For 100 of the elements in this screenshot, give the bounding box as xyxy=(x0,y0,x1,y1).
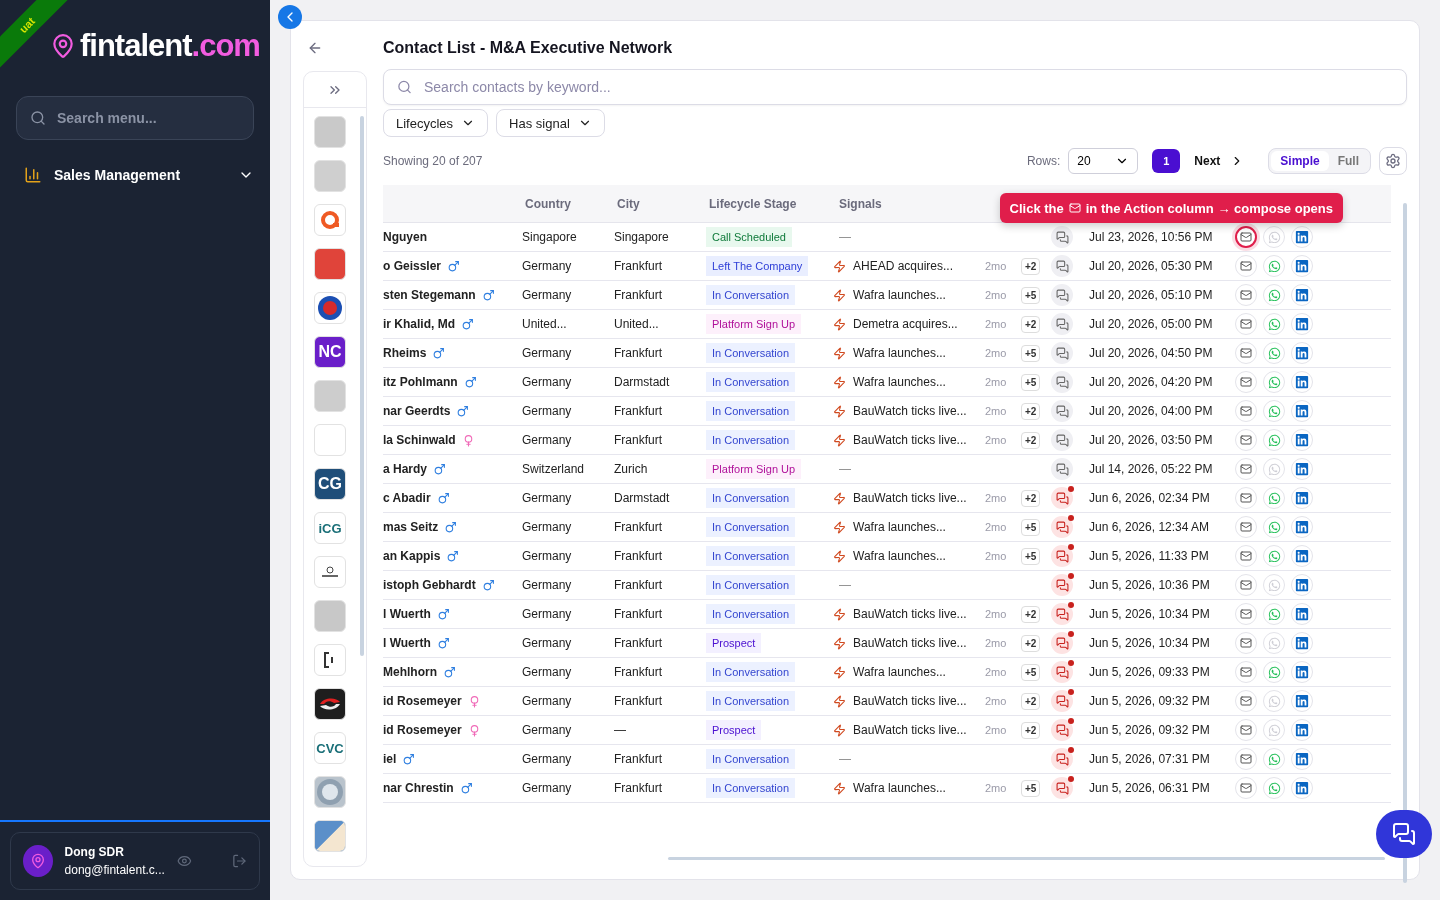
linkedin-button[interactable] xyxy=(1291,226,1313,248)
menu-search-field[interactable]: Search menu... xyxy=(16,96,254,140)
filter-dropdown[interactable]: Has signal xyxy=(496,109,605,137)
chat-button[interactable] xyxy=(1051,284,1073,306)
contact-name[interactable]: mas Seitz xyxy=(383,520,519,534)
more-signals-badge[interactable]: +5 xyxy=(1021,779,1041,797)
contact-name[interactable]: l Wuerth xyxy=(383,607,519,621)
chat-button[interactable] xyxy=(1051,458,1073,480)
rows-select[interactable]: 20 xyxy=(1068,148,1139,174)
linkedin-button[interactable] xyxy=(1291,487,1313,509)
more-signals-badge[interactable]: +2 xyxy=(1021,634,1041,652)
more-signals-badge[interactable]: +5 xyxy=(1021,344,1041,362)
chat-button[interactable] xyxy=(1051,748,1073,770)
chat-button[interactable] xyxy=(1051,632,1073,654)
whatsapp-button[interactable] xyxy=(1263,313,1285,335)
more-signals-badge[interactable]: +5 xyxy=(1021,518,1041,536)
linkedin-button[interactable] xyxy=(1291,400,1313,422)
linkedin-button[interactable] xyxy=(1291,429,1313,451)
collapse-button[interactable] xyxy=(278,5,302,29)
contact-search-field[interactable]: Search contacts by keyword... xyxy=(383,69,1407,105)
linkedin-button[interactable] xyxy=(1291,516,1313,538)
logout-icon[interactable] xyxy=(232,853,247,869)
company-logo[interactable] xyxy=(314,688,346,720)
chat-button[interactable] xyxy=(1051,719,1073,741)
more-signals-badge[interactable]: +2 xyxy=(1021,315,1041,333)
linkedin-button[interactable] xyxy=(1291,255,1313,277)
chat-button[interactable] xyxy=(1051,313,1073,335)
whatsapp-button[interactable] xyxy=(1263,748,1285,770)
more-signals-badge[interactable]: +2 xyxy=(1021,489,1041,507)
chat-button[interactable] xyxy=(1051,603,1073,625)
whatsapp-button[interactable] xyxy=(1263,371,1285,393)
linkedin-button[interactable] xyxy=(1291,342,1313,364)
linkedin-button[interactable] xyxy=(1291,777,1313,799)
chat-button[interactable] xyxy=(1051,777,1073,799)
more-signals-badge[interactable]: +5 xyxy=(1021,373,1041,391)
chat-button[interactable] xyxy=(1051,690,1073,712)
contact-name[interactable]: iel xyxy=(383,752,519,766)
chat-button[interactable] xyxy=(1051,226,1073,248)
chat-button[interactable] xyxy=(1051,661,1073,683)
chat-button[interactable] xyxy=(1051,487,1073,509)
chat-button[interactable] xyxy=(1051,516,1073,538)
contact-name[interactable]: ir Khalid, Md xyxy=(383,317,519,331)
company-logo[interactable]: iCG xyxy=(314,512,346,544)
linkedin-button[interactable] xyxy=(1291,603,1313,625)
contact-name[interactable]: id Rosemeyer xyxy=(383,694,519,708)
page-button[interactable]: 1 xyxy=(1152,149,1181,173)
linkedin-button[interactable] xyxy=(1291,545,1313,567)
contact-name[interactable]: l Wuerth xyxy=(383,636,519,650)
contact-name[interactable]: Nguyen xyxy=(383,230,519,244)
company-logo[interactable]: CVC xyxy=(314,732,346,764)
contact-name[interactable]: id Rosemeyer xyxy=(383,723,519,737)
whatsapp-button[interactable] xyxy=(1263,516,1285,538)
chat-button[interactable] xyxy=(1051,255,1073,277)
more-signals-badge[interactable]: +5 xyxy=(1021,663,1041,681)
contact-name[interactable]: c Abadir xyxy=(383,491,519,505)
more-signals-badge[interactable]: +2 xyxy=(1021,431,1041,449)
view-option[interactable]: Simple xyxy=(1271,151,1329,171)
contact-name[interactable]: la Schinwald xyxy=(383,433,519,447)
whatsapp-button[interactable] xyxy=(1263,400,1285,422)
contact-name[interactable]: itz Pohlmann xyxy=(383,375,519,389)
contact-name[interactable]: istoph Gebhardt xyxy=(383,578,519,592)
linkedin-button[interactable] xyxy=(1291,574,1313,596)
chat-button[interactable] xyxy=(1051,545,1073,567)
contact-name[interactable]: o Geissler xyxy=(383,259,519,273)
linkedin-button[interactable] xyxy=(1291,632,1313,654)
nav-item[interactable]: Sales Management xyxy=(24,166,254,184)
more-signals-badge[interactable]: +2 xyxy=(1021,692,1041,710)
company-logo[interactable] xyxy=(314,292,346,324)
chat-button[interactable] xyxy=(1051,400,1073,422)
company-logo[interactable] xyxy=(314,644,346,676)
contact-name[interactable]: Rheims xyxy=(383,346,519,360)
more-signals-badge[interactable]: +2 xyxy=(1021,605,1041,623)
next-button[interactable]: Next xyxy=(1188,153,1251,169)
linkedin-button[interactable] xyxy=(1291,661,1313,683)
linkedin-button[interactable] xyxy=(1291,313,1313,335)
whatsapp-button[interactable] xyxy=(1263,342,1285,364)
company-logo[interactable]: NC xyxy=(314,336,346,368)
whatsapp-button[interactable] xyxy=(1263,255,1285,277)
whatsapp-button[interactable] xyxy=(1263,487,1285,509)
linkedin-button[interactable] xyxy=(1291,371,1313,393)
chat-button[interactable] xyxy=(1051,371,1073,393)
whatsapp-button[interactable] xyxy=(1263,603,1285,625)
view-option[interactable]: Full xyxy=(1328,151,1368,171)
eye-icon[interactable] xyxy=(176,853,192,869)
contact-name[interactable]: a Hardy xyxy=(383,462,519,476)
email-button[interactable] xyxy=(1235,226,1257,248)
more-signals-badge[interactable]: +2 xyxy=(1021,257,1041,275)
contact-name[interactable]: sten Stegemann xyxy=(383,288,519,302)
linkedin-button[interactable] xyxy=(1291,719,1313,741)
chat-button[interactable] xyxy=(1051,574,1073,596)
contact-name[interactable]: nar Chrestin xyxy=(383,781,519,795)
chat-button[interactable] xyxy=(1051,342,1073,364)
whatsapp-button[interactable] xyxy=(1263,777,1285,799)
company-logo[interactable]: CG xyxy=(314,468,346,500)
whatsapp-button[interactable] xyxy=(1263,545,1285,567)
more-signals-badge[interactable]: +5 xyxy=(1021,547,1041,565)
whatsapp-button[interactable] xyxy=(1263,284,1285,306)
linkedin-button[interactable] xyxy=(1291,690,1313,712)
linkedin-button[interactable] xyxy=(1291,458,1313,480)
contact-name[interactable]: Mehlhorn xyxy=(383,665,519,679)
